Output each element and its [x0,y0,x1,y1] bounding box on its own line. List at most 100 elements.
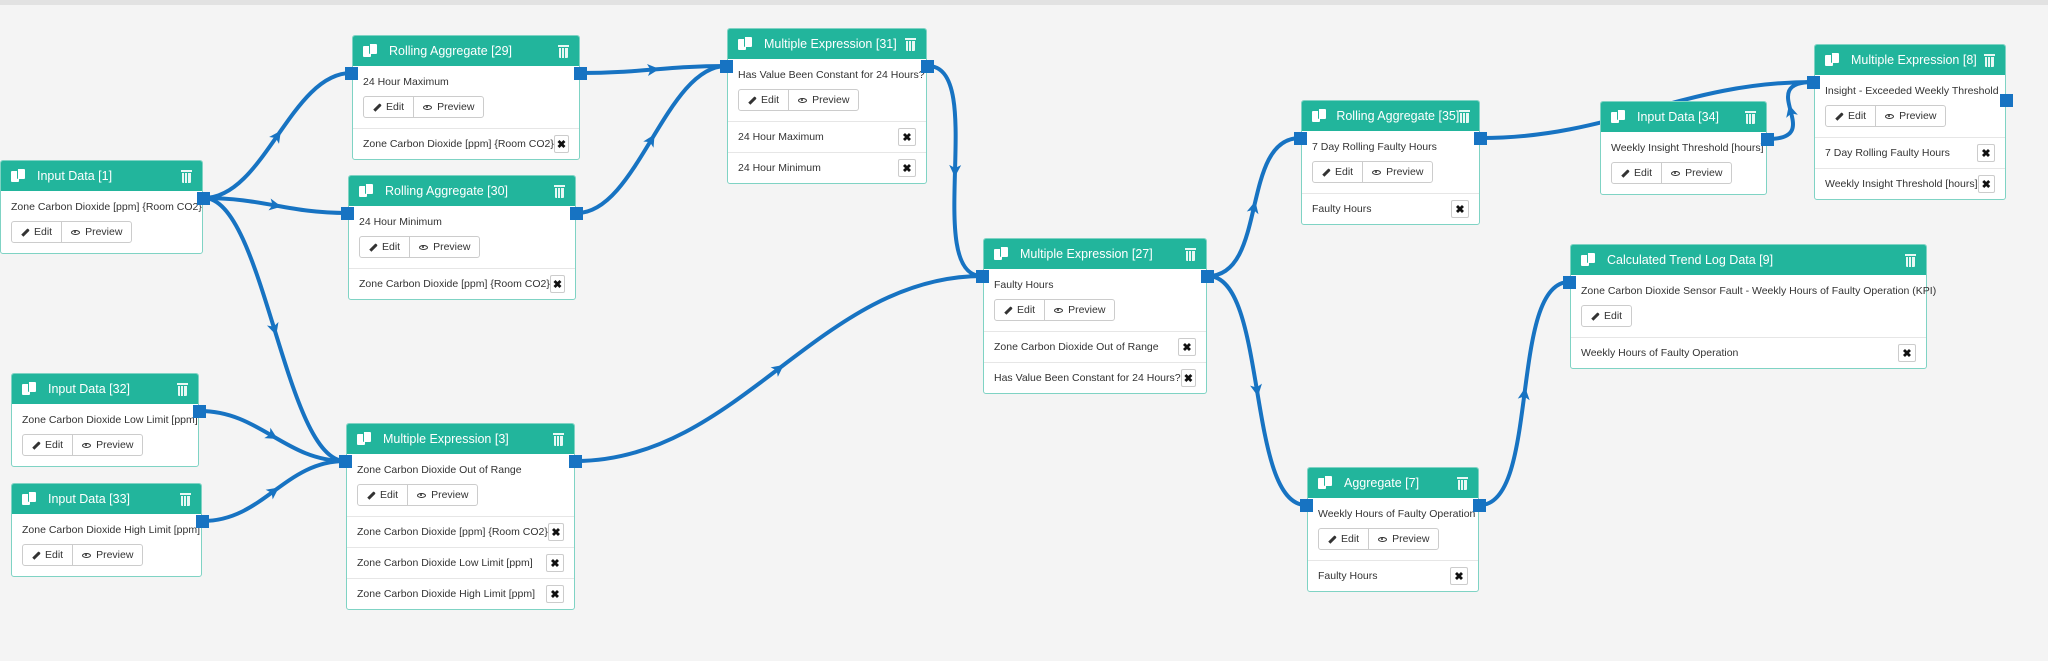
input-port[interactable] [339,455,352,468]
node-n1[interactable]: Input Data [1] Zone Carbon Dioxide [ppm]… [0,160,203,254]
edit-button[interactable]: Edit [1826,106,1875,126]
remove-input-button[interactable]: ✖ [1451,200,1469,218]
remove-input-button[interactable]: ✖ [1450,567,1468,585]
output-port[interactable] [196,515,209,528]
preview-button[interactable]: Preview [1362,162,1432,182]
output-port[interactable] [1474,132,1487,145]
edit-button[interactable]: Edit [1612,163,1661,183]
node-header[interactable]: Input Data [32] [12,374,198,404]
connection-wire[interactable] [203,71,352,200]
preview-button[interactable]: Preview [72,545,142,565]
node-header[interactable]: Multiple Expression [27] [984,239,1206,269]
connection-wire[interactable] [1767,80,1814,141]
remove-input-button[interactable]: ✖ [546,585,564,603]
remove-input-button[interactable]: ✖ [1977,175,1995,193]
edit-button[interactable]: Edit [358,485,407,505]
output-port[interactable] [1473,499,1486,512]
trash-icon[interactable] [180,492,191,506]
node-header[interactable]: Multiple Expression [8] [1815,45,2005,75]
node-n35[interactable]: Rolling Aggregate [35] 7 Day Rolling Fau… [1301,100,1480,225]
node-header[interactable]: Rolling Aggregate [35] [1302,101,1479,131]
preview-button[interactable]: Preview [61,222,131,242]
preview-button[interactable]: Preview [409,237,479,257]
connection-wire[interactable] [575,274,983,463]
connection-wire[interactable] [203,196,346,463]
node-header[interactable]: Multiple Expression [31] [728,29,926,59]
connection-wire[interactable] [927,64,983,278]
output-port[interactable] [193,405,206,418]
trash-icon[interactable] [181,169,192,183]
trash-icon[interactable] [177,382,188,396]
edit-button[interactable]: Edit [1313,162,1362,182]
trash-icon[interactable] [905,37,916,51]
input-port[interactable] [720,60,733,73]
node-n27[interactable]: Multiple Expression [27] Faulty Hours Ed… [983,238,1207,394]
input-port[interactable] [1294,132,1307,145]
edit-button[interactable]: Edit [12,222,61,242]
trash-icon[interactable] [554,184,565,198]
connection-wire[interactable] [576,64,727,215]
node-header[interactable]: Input Data [34] [1601,102,1766,132]
connection-wire[interactable] [202,459,346,523]
trash-icon[interactable] [1745,110,1756,124]
output-port[interactable] [569,455,582,468]
input-port[interactable] [1563,276,1576,289]
node-n7[interactable]: Aggregate [7] Weekly Hours of Faulty Ope… [1307,467,1479,592]
edit-button[interactable]: Edit [360,237,409,257]
trash-icon[interactable] [1905,253,1916,267]
output-port[interactable] [574,67,587,80]
node-n30[interactable]: Rolling Aggregate [30] 24 Hour Minimum E… [348,175,576,300]
node-n29[interactable]: Rolling Aggregate [29] 24 Hour Maximum E… [352,35,580,160]
preview-button[interactable]: Preview [413,97,483,117]
output-port[interactable] [921,60,934,73]
connection-wire[interactable] [203,196,348,215]
remove-input-button[interactable]: ✖ [1977,144,1995,162]
preview-button[interactable]: Preview [72,435,142,455]
preview-button[interactable]: Preview [788,90,858,110]
remove-input-button[interactable]: ✖ [547,523,564,541]
edit-button[interactable]: Edit [23,545,72,565]
remove-input-button[interactable]: ✖ [1898,344,1916,362]
trash-icon[interactable] [553,432,564,446]
trash-icon[interactable] [1459,109,1470,123]
node-n34[interactable]: Input Data [34] Weekly Insight Threshold… [1600,101,1767,195]
trash-icon[interactable] [558,44,569,58]
connection-wire[interactable] [580,64,727,75]
remove-input-button[interactable]: ✖ [546,554,564,572]
preview-button[interactable]: Preview [407,485,477,505]
output-port[interactable] [1761,133,1774,146]
output-port[interactable] [2000,94,2013,107]
node-header[interactable]: Aggregate [7] [1308,468,1478,498]
preview-button[interactable]: Preview [1368,529,1438,549]
remove-input-button[interactable]: ✖ [1180,369,1196,387]
remove-input-button[interactable]: ✖ [1178,338,1196,356]
remove-input-button[interactable]: ✖ [898,159,916,177]
preview-button[interactable]: Preview [1875,106,1945,126]
input-port[interactable] [341,207,354,220]
connection-wire[interactable] [1207,136,1301,278]
preview-button[interactable]: Preview [1661,163,1731,183]
node-header[interactable]: Input Data [1] [1,161,202,191]
remove-input-button[interactable]: ✖ [898,128,916,146]
node-n33[interactable]: Input Data [33] Zone Carbon Dioxide High… [11,483,202,577]
trash-icon[interactable] [1984,53,1995,67]
node-header[interactable]: Calculated Trend Log Data [9] [1571,245,1926,275]
input-port[interactable] [345,67,358,80]
edit-button[interactable]: Edit [995,300,1044,320]
connection-wire[interactable] [1207,274,1307,507]
node-header[interactable]: Rolling Aggregate [29] [353,36,579,66]
node-header[interactable]: Rolling Aggregate [30] [349,176,575,206]
node-n8[interactable]: Multiple Expression [8] Insight - Exceed… [1814,44,2006,200]
edit-button[interactable]: Edit [739,90,788,110]
edit-button[interactable]: Edit [1319,529,1368,549]
input-port[interactable] [1300,499,1313,512]
node-n9[interactable]: Calculated Trend Log Data [9] Zone Carbo… [1570,244,1936,369]
input-port[interactable] [1807,76,1820,89]
output-port[interactable] [570,207,583,220]
connection-wire[interactable] [199,409,346,463]
trash-icon[interactable] [1457,476,1468,490]
node-n32[interactable]: Input Data [32] Zone Carbon Dioxide Low … [11,373,199,467]
output-port[interactable] [197,192,210,205]
remove-input-button[interactable]: ✖ [553,135,569,153]
node-header[interactable]: Input Data [33] [12,484,201,514]
